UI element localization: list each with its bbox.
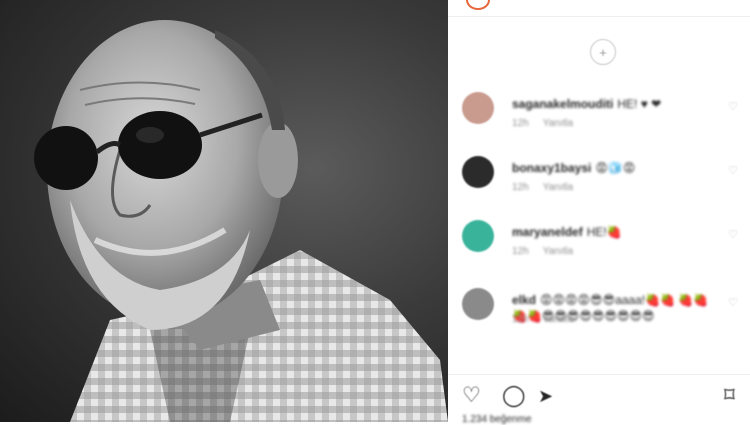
actions-divider: [448, 374, 750, 375]
comment-body: 😡🧊😡: [595, 161, 636, 175]
commenter-avatar[interactable]: [462, 288, 494, 320]
comment-time: 12h: [512, 118, 529, 129]
comment-body: HE! ♥ ❤: [617, 97, 662, 111]
comment-text: saganakelmouditi HE! ♥ ❤: [512, 96, 712, 112]
commenter-avatar[interactable]: [462, 156, 494, 188]
post-actions: ♡ ◯ ➤ ⌑: [462, 382, 744, 410]
comment-username[interactable]: saganakelmouditi: [512, 97, 613, 111]
comment-meta: 12h Yanıtla: [512, 182, 587, 193]
comment-item: maryaneldef HE!🍓 12h Yanıtla ♡: [462, 220, 738, 280]
comment-text: bonaxy1baysi 😡🧊😡: [512, 160, 712, 176]
bookmark-icon[interactable]: ⌑: [724, 382, 735, 410]
comment-item: elkd 😡😡😡😡😎😎aaaa!🍓🍓 🍓🍓🍓🍓😎😎😎😎😎😎😎😎😎 12h Yanıtl…: [462, 288, 738, 348]
reply-button[interactable]: Yanıtla: [543, 314, 573, 325]
reply-button[interactable]: Yanıtla: [543, 182, 573, 193]
comment-like-icon[interactable]: ♡: [728, 164, 738, 177]
portrait-illustration: [34, 20, 448, 422]
plus-circle-icon: +: [599, 44, 607, 60]
likes-count[interactable]: 1.234 beğenme: [462, 414, 532, 425]
comment-meta: 12h Yanıtla: [512, 246, 587, 257]
comment-meta: 12h Yanıtla: [512, 314, 587, 325]
comment-item: saganakelmouditi HE! ♥ ❤ 12h Yanıtla ♡: [462, 92, 738, 152]
commenter-avatar[interactable]: [462, 220, 494, 252]
post-photo[interactable]: [0, 0, 448, 422]
heart-icon[interactable]: ♡: [462, 382, 481, 410]
comment-username[interactable]: elkd: [512, 293, 536, 307]
share-icon[interactable]: ➤: [538, 382, 553, 410]
header-divider: [448, 16, 750, 17]
comment-text: maryaneldef HE!🍓: [512, 224, 712, 240]
reply-button[interactable]: Yanıtla: [543, 118, 573, 129]
comment-like-icon[interactable]: ♡: [728, 228, 738, 241]
commenter-avatar[interactable]: [462, 92, 494, 124]
comment-like-icon[interactable]: ♡: [728, 100, 738, 113]
comment-time: 12h: [512, 314, 529, 325]
comment-username[interactable]: bonaxy1baysi: [512, 161, 591, 175]
comment-body: HE!🍓: [586, 225, 622, 239]
comment-like-icon[interactable]: ♡: [728, 296, 738, 309]
comment-icon[interactable]: ◯: [502, 382, 526, 410]
post-author-avatar[interactable]: [466, 0, 490, 10]
comment-meta: 12h Yanıtla: [512, 118, 587, 129]
load-more-comments-button[interactable]: +: [590, 39, 616, 65]
comment-username[interactable]: maryaneldef: [512, 225, 583, 239]
comment-time: 12h: [512, 182, 529, 193]
comment-item: bonaxy1baysi 😡🧊😡 12h Yanıtla ♡: [462, 156, 738, 216]
comment-time: 12h: [512, 246, 529, 257]
comments-panel: + saganakelmouditi HE! ♥ ❤ 12h Yanıtla ♡ bona…: [448, 0, 750, 425]
reply-button[interactable]: Yanıtla: [543, 246, 573, 257]
